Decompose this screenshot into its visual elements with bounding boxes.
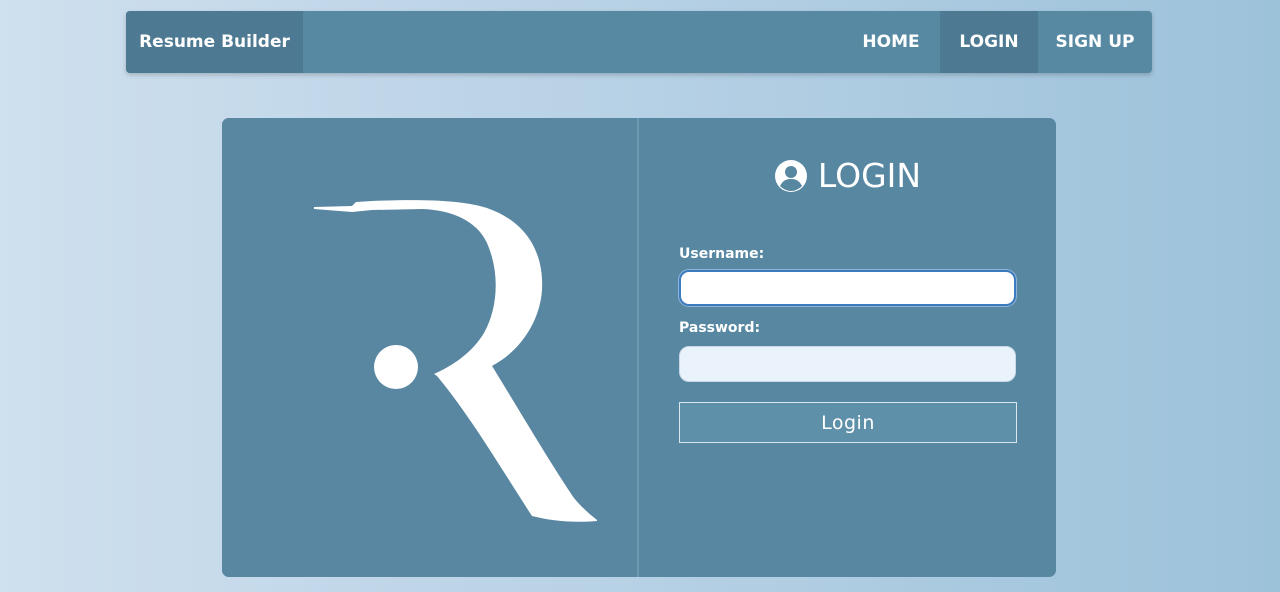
username-label: Username: [679,246,765,262]
login-title-text: LOGIN [817,156,922,195]
username-field[interactable] [679,270,1016,306]
password-label: Password: [679,320,761,336]
nav-signup-link[interactable]: SIGN UP [1038,11,1152,73]
navbar-spacer [303,11,842,73]
resume-builder-logo [314,200,597,522]
logo-panel [222,118,637,577]
login-submit-button[interactable]: Login [679,402,1017,443]
login-heading: LOGIN [639,156,1056,195]
password-field[interactable] [679,346,1016,382]
login-card: LOGIN Username: Password: Login [222,118,1056,577]
nav-login-link[interactable]: LOGIN [940,11,1038,73]
login-panel: LOGIN Username: Password: Login [639,118,1056,577]
top-navbar: Resume Builder HOME LOGIN SIGN UP [126,11,1152,73]
user-circle-icon [774,159,807,192]
brand-link[interactable]: Resume Builder [126,11,303,73]
nav-home-link[interactable]: HOME [842,11,940,73]
